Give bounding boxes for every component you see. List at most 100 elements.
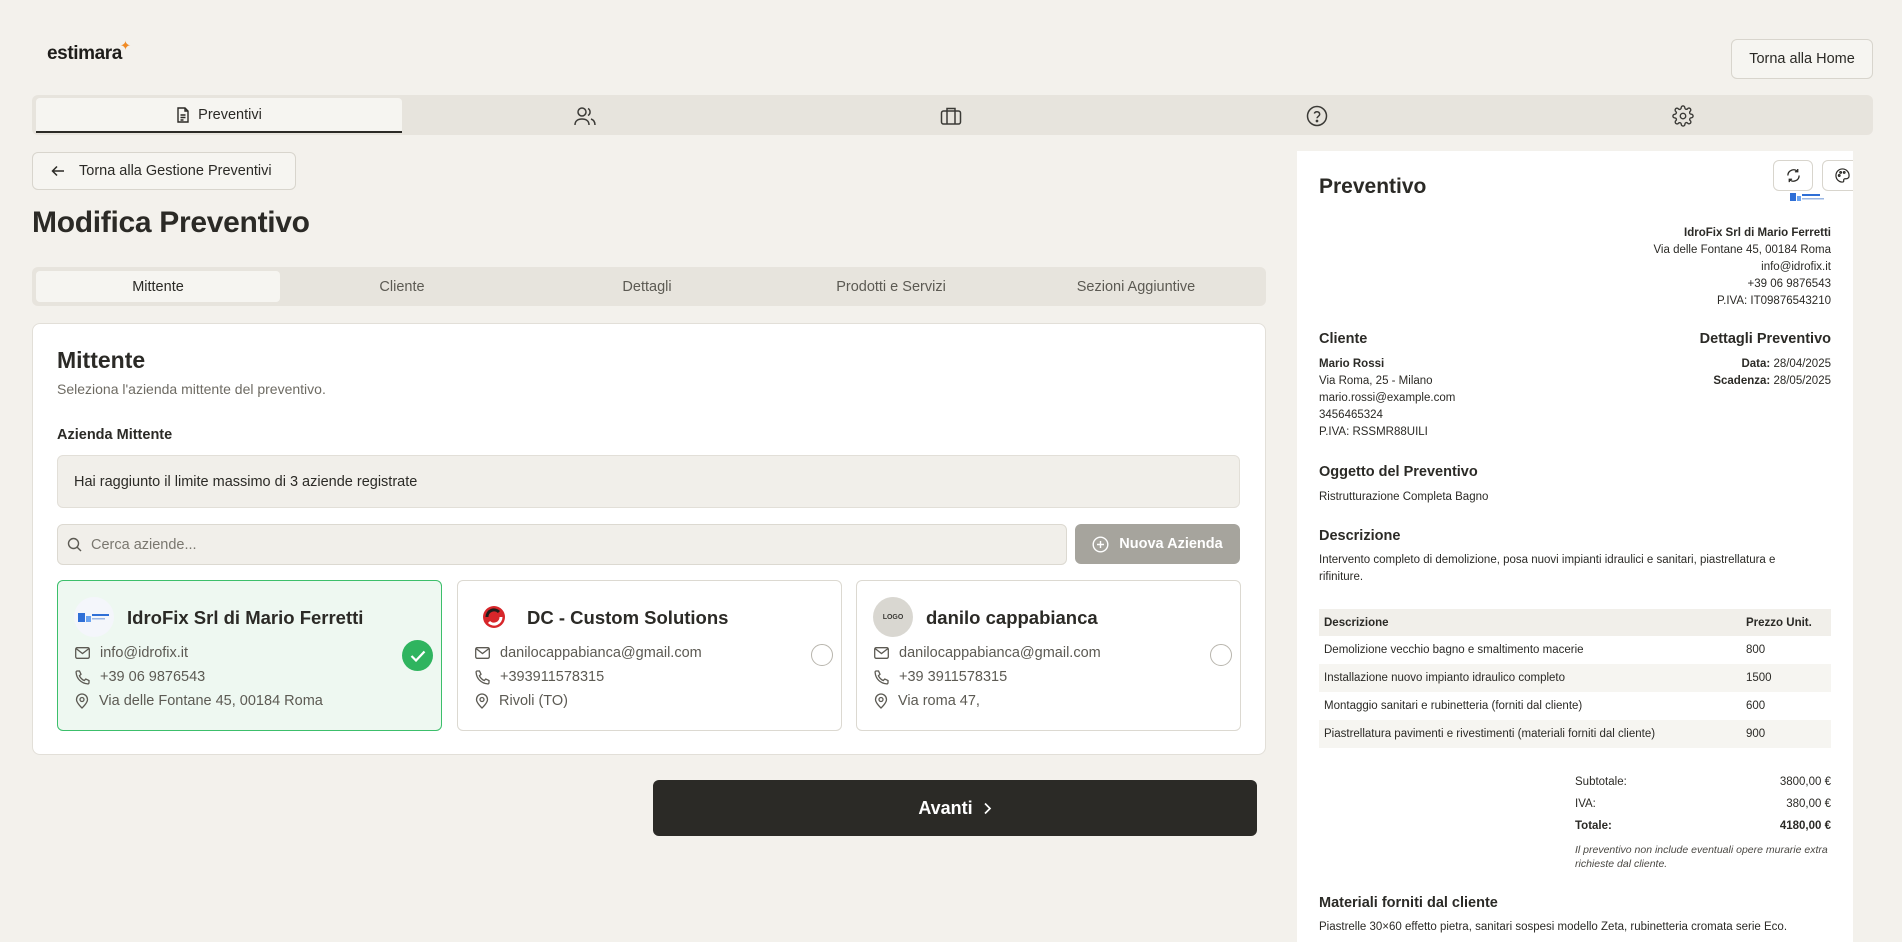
company-phone: +39 06 9876543 <box>100 669 206 685</box>
selected-check-icon <box>402 640 433 671</box>
sender-vat: P.IVA: IT09876543210 <box>1716 295 1831 307</box>
company-address-row: Rivoli (TO) <box>475 693 568 709</box>
new-company-button[interactable]: Nuova Azienda <box>1075 524 1240 564</box>
mail-icon <box>475 647 490 659</box>
nav-tab-preventivi[interactable]: Preventivi <box>36 98 402 133</box>
back-button-label: Torna alla Gestione Preventivi <box>79 163 272 179</box>
map-pin-icon <box>75 693 89 709</box>
new-company-label: Nuova Azienda <box>1119 536 1223 552</box>
company-email: danilocappabianca@gmail.com <box>899 645 1101 661</box>
subtotal-row: Subtotale: 3800,00 € <box>1575 771 1831 793</box>
app-logo[interactable]: estimara✦ <box>47 38 131 65</box>
company-name: DC - Custom Solutions <box>527 607 729 628</box>
client-block: Mario Rossi Via Roma, 25 - Milano mario.… <box>1319 356 1455 441</box>
step-tabs: Mittente Cliente Dettagli Prodotti e Ser… <box>32 267 1266 306</box>
company-logo <box>74 597 114 637</box>
table-row: Demolizione vecchio bagno e smaltimento … <box>1319 636 1831 664</box>
expiry-label: Scadenza: <box>1713 375 1771 387</box>
nav-tab-help[interactable] <box>1134 98 1500 133</box>
nav-tab-settings[interactable] <box>1500 98 1866 133</box>
quote-note: Il preventivo non include eventuali oper… <box>1575 844 1828 870</box>
company-address: Rivoli (TO) <box>499 693 569 709</box>
back-to-quotes-button[interactable]: Torna alla Gestione Preventivi <box>32 152 296 190</box>
page-title: Modifica Preventivo <box>32 206 310 239</box>
total-value: 4180,00 € <box>1779 820 1831 832</box>
item-description: Installazione nuovo impianto idraulico c… <box>1319 664 1741 692</box>
phone-icon <box>874 669 889 685</box>
mail-icon <box>874 647 889 659</box>
sender-block: IdroFix Srl di Mario Ferretti Via delle … <box>1653 225 1831 310</box>
item-description: Piastrellatura pavimenti e rivestimenti … <box>1319 720 1741 748</box>
step-tab-sezioni[interactable]: Sezioni Aggiuntive <box>1014 271 1258 302</box>
step-tab-prodotti[interactable]: Prodotti e Servizi <box>769 271 1013 302</box>
sender-email: info@idrofix.it <box>1761 261 1831 273</box>
users-icon <box>574 106 596 126</box>
refresh-icon <box>1786 168 1801 183</box>
table-row: Piastrellatura pavimenti e rivestimenti … <box>1319 720 1831 748</box>
plus-circle-icon <box>1092 535 1109 553</box>
item-description: Montaggio sanitari e rubinetteria (forni… <box>1324 700 1583 712</box>
expiry-value: 28/05/2025 <box>1773 375 1831 387</box>
total-row: Totale: 4180,00 € <box>1575 815 1831 837</box>
help-circle-icon <box>1306 105 1328 127</box>
home-button[interactable]: Torna alla Home <box>1731 39 1873 79</box>
next-button[interactable]: Avanti <box>653 780 1257 836</box>
sender-name: IdroFix Srl di Mario Ferretti <box>1684 227 1831 239</box>
company-name: danilo cappabianca <box>926 607 1098 628</box>
step-tab-dettagli[interactable]: Dettagli <box>525 271 769 302</box>
company-card-danilo[interactable]: LOGO danilo cappabianca danilocappabianc… <box>856 580 1241 731</box>
company-email-row: danilocappabianca@gmail.com <box>874 645 1101 661</box>
materials-text: Piastrelle 30×60 effetto pietra, sanitar… <box>1319 921 1788 933</box>
company-email-row: info@idrofix.it <box>75 645 188 661</box>
nav-tab-companies[interactable] <box>768 98 1134 133</box>
arrow-left-icon <box>51 165 65 177</box>
company-logo <box>474 597 514 637</box>
date-value: 28/04/2025 <box>1773 358 1831 370</box>
client-heading: Cliente <box>1319 331 1368 347</box>
table-header-row: Descrizione Prezzo Unit. <box>1319 609 1831 636</box>
briefcase-icon <box>940 106 962 126</box>
limit-message: Hai raggiunto il limite massimo di 3 azi… <box>57 455 1240 508</box>
map-pin-icon <box>475 693 489 709</box>
company-search-input[interactable]: Cerca aziende... <box>57 524 1067 565</box>
item-price: 1500 <box>1741 664 1831 692</box>
section-subtitle: Seleziona l'azienda mittente del prevent… <box>57 381 326 397</box>
gear-icon <box>1672 104 1694 127</box>
company-radio[interactable] <box>1210 644 1232 666</box>
sender-logo <box>1790 191 1826 203</box>
sender-phone: +39 06 9876543 <box>1747 278 1831 290</box>
company-address: Via roma 47, <box>898 693 980 709</box>
mail-icon <box>75 647 90 659</box>
table-row: Montaggio sanitari e rubinetteria (forni… <box>1319 692 1831 720</box>
logo-spark-icon: ✦ <box>119 38 131 53</box>
item-description: Demolizione vecchio bagno e smaltimento … <box>1324 644 1584 656</box>
logo-placeholder-text: LOGO <box>882 613 904 621</box>
theme-button[interactable] <box>1822 160 1853 191</box>
sender-address: Via delle Fontane 45, 00184 Roma <box>1653 244 1831 256</box>
company-phone: +39 3911578315 <box>899 669 1008 685</box>
company-phone: +393911578315 <box>500 669 605 685</box>
sender-company-label: Azienda Mittente <box>57 427 173 443</box>
company-email: danilocappabianca@gmail.com <box>500 645 702 661</box>
subject-text: Ristrutturazione Completa Bagno <box>1319 491 1489 503</box>
main-nav: Preventivi <box>32 95 1873 135</box>
item-price: 600 <box>1746 700 1766 712</box>
client-name: Mario Rossi <box>1319 358 1385 370</box>
client-address: Via Roma, 25 - Milano <box>1319 375 1433 387</box>
map-pin-icon <box>874 693 888 709</box>
company-phone-row: +39 06 9876543 <box>75 669 205 685</box>
materials-heading: Materiali forniti dal cliente <box>1319 895 1498 911</box>
step-tab-mittente[interactable]: Mittente <box>36 271 280 302</box>
company-radio[interactable] <box>811 644 833 666</box>
nav-tab-clients[interactable] <box>402 98 768 133</box>
company-card-idrofix[interactable]: IdroFix Srl di Mario Ferretti info@idrof… <box>57 580 442 731</box>
refresh-button[interactable] <box>1773 160 1813 191</box>
description-heading: Descrizione <box>1319 528 1401 544</box>
company-logo: LOGO <box>873 597 913 637</box>
company-address-row: Via roma 47, <box>874 693 980 709</box>
phone-icon <box>475 669 490 685</box>
subject-heading: Oggetto del Preventivo <box>1319 464 1478 480</box>
step-tab-cliente[interactable]: Cliente <box>280 271 524 302</box>
totals-block: Subtotale: 3800,00 € IVA: 380,00 € Total… <box>1575 771 1831 837</box>
company-card-dc[interactable]: DC - Custom Solutions danilocappabianca@… <box>457 580 842 731</box>
